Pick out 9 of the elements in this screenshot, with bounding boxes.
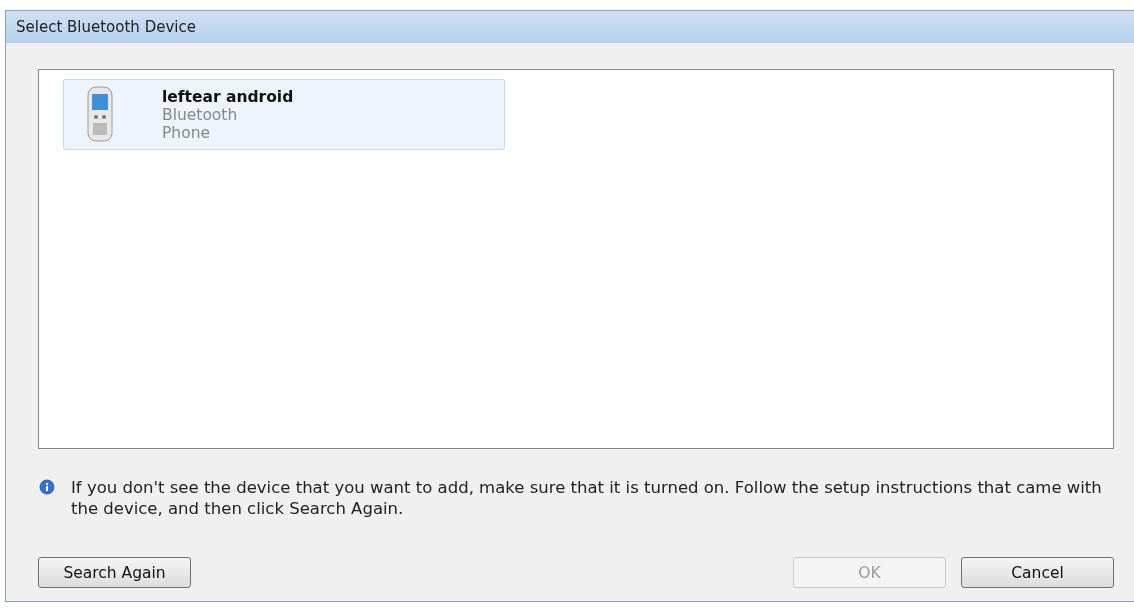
device-detail: Phone bbox=[162, 123, 211, 142]
window-title: Select Bluetooth Device bbox=[16, 18, 196, 36]
info-icon bbox=[39, 479, 55, 495]
device-detail: Bluetooth bbox=[162, 105, 239, 124]
search-again-button[interactable]: Search Again bbox=[38, 557, 191, 588]
device-name: leftear android bbox=[162, 87, 294, 106]
cancel-button[interactable]: Cancel bbox=[961, 557, 1114, 588]
device-item[interactable]: leftear android Bluetooth Phone bbox=[63, 79, 505, 150]
info-text: If you don't see the device that you want to add, make sure that it is turned on. Follow the setup instructions that came with the device, and then click Search Again. bbox=[71, 477, 1103, 519]
